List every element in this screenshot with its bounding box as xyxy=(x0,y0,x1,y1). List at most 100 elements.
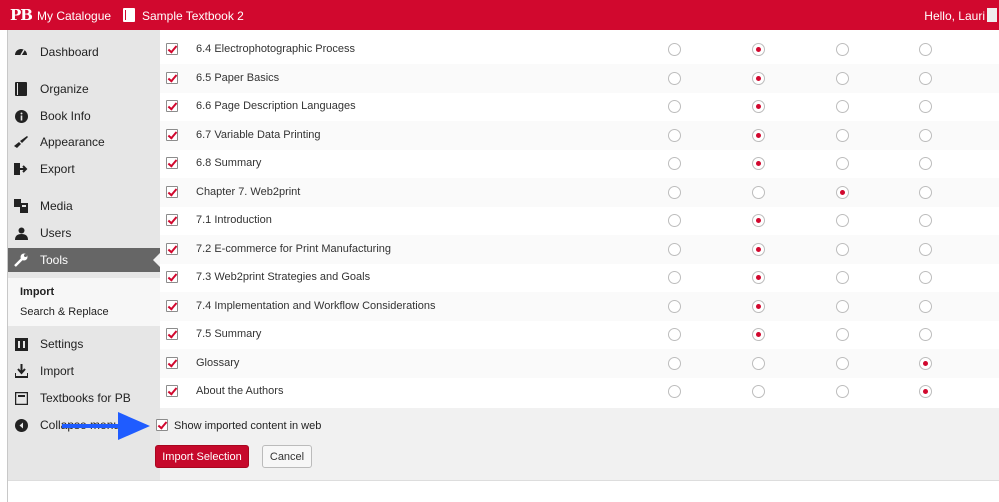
wrench-icon xyxy=(14,253,28,267)
row-radio-option-4[interactable] xyxy=(919,71,932,85)
row-checkbox[interactable] xyxy=(166,385,178,397)
table-row: 6.7 Variable Data Printing xyxy=(160,120,999,150)
sidebar-item-label: Dashboard xyxy=(40,45,99,59)
row-radio-option-1[interactable] xyxy=(668,157,681,170)
row-radio-option-3[interactable] xyxy=(836,271,849,284)
table-row: 6.4 Electrophotographic Process xyxy=(160,35,999,64)
row-checkbox[interactable] xyxy=(166,214,178,226)
row-radio-option-4[interactable] xyxy=(919,214,932,227)
row-radio-option-4[interactable] xyxy=(919,157,932,170)
sidebar-item-textbooks-for-pb[interactable]: Textbooks for PB xyxy=(8,386,160,410)
row-radio-option-1[interactable] xyxy=(668,214,681,227)
sidebar-item-media[interactable]: Media xyxy=(8,194,160,218)
row-checkbox[interactable] xyxy=(166,242,178,255)
row-radio-option-4[interactable] xyxy=(919,242,932,256)
table-row: 7.2 E-commerce for Print Manufacturing xyxy=(160,234,999,264)
row-radio-option-3[interactable] xyxy=(836,157,849,170)
row-checkbox[interactable] xyxy=(166,100,178,112)
row-checkbox[interactable] xyxy=(166,271,178,283)
row-radio-option-4[interactable] xyxy=(919,299,932,313)
row-radio-option-2[interactable] xyxy=(752,71,765,85)
row-radio-option-4[interactable] xyxy=(919,43,932,56)
row-radio-option-3[interactable] xyxy=(836,214,849,227)
row-checkbox[interactable] xyxy=(166,71,178,84)
row-radio-option-3[interactable] xyxy=(836,385,849,398)
book-title-link[interactable]: Sample Textbook 2 xyxy=(142,9,244,23)
row-radio-option-1[interactable] xyxy=(668,128,681,142)
row-checkbox[interactable] xyxy=(166,185,178,198)
row-title: 6.4 Electrophotographic Process xyxy=(196,43,355,55)
sidebar-item-dashboard[interactable]: Dashboard xyxy=(8,40,160,64)
row-radio-option-2[interactable] xyxy=(752,299,765,313)
textbooks-icon xyxy=(14,391,28,405)
sidebar-item-label: Media xyxy=(40,199,73,213)
row-radio-option-1[interactable] xyxy=(668,100,681,113)
row-radio-option-1[interactable] xyxy=(668,299,681,313)
sidebar-item-book-info[interactable]: Book Info xyxy=(8,104,160,128)
row-radio-option-4[interactable] xyxy=(919,385,932,398)
cancel-button[interactable]: Cancel xyxy=(262,445,312,468)
row-radio-option-3[interactable] xyxy=(836,356,849,370)
row-radio-option-3[interactable] xyxy=(836,242,849,256)
row-radio-option-1[interactable] xyxy=(668,185,681,199)
row-radio-option-3[interactable] xyxy=(836,299,849,313)
row-title: Chapter 7. Web2print xyxy=(196,185,301,198)
row-radio-option-3[interactable] xyxy=(836,100,849,113)
annotation-arrow-icon xyxy=(62,412,150,440)
row-checkbox[interactable] xyxy=(166,43,178,55)
avatar[interactable] xyxy=(987,8,997,22)
row-radio-option-1[interactable] xyxy=(668,271,681,284)
row-radio-option-4[interactable] xyxy=(919,328,932,341)
row-radio-option-2[interactable] xyxy=(752,356,765,370)
row-radio-option-2[interactable] xyxy=(752,271,765,284)
row-radio-option-3[interactable] xyxy=(836,71,849,85)
row-radio-option-2[interactable] xyxy=(752,43,765,56)
row-radio-option-2[interactable] xyxy=(752,214,765,227)
row-radio-option-3[interactable] xyxy=(836,328,849,341)
import-selection-button[interactable]: Import Selection xyxy=(155,445,249,468)
row-checkbox[interactable] xyxy=(166,128,178,141)
row-radio-option-1[interactable] xyxy=(668,356,681,370)
row-radio-option-2[interactable] xyxy=(752,185,765,199)
row-radio-option-2[interactable] xyxy=(752,128,765,142)
sidebar-item-settings[interactable]: Settings xyxy=(8,332,160,356)
row-radio-option-2[interactable] xyxy=(752,328,765,341)
row-radio-option-1[interactable] xyxy=(668,385,681,398)
my-catalogue-link[interactable]: My Catalogue xyxy=(37,9,111,23)
row-radio-option-2[interactable] xyxy=(752,385,765,398)
row-radio-option-4[interactable] xyxy=(919,271,932,284)
sidebar-item-tools[interactable]: Tools xyxy=(8,248,160,272)
table-row: 7.5 Summary xyxy=(160,320,999,349)
row-radio-option-1[interactable] xyxy=(668,71,681,85)
import-panel: 6.4 Electrophotographic Process 6.5 Paper… xyxy=(155,30,999,502)
sidebar-item-appearance[interactable]: Appearance xyxy=(8,130,160,154)
row-checkbox[interactable] xyxy=(166,299,178,312)
row-checkbox[interactable] xyxy=(166,328,178,340)
row-radio-option-2[interactable] xyxy=(752,242,765,256)
sidebar-item-import[interactable]: Import xyxy=(8,359,160,383)
row-radio-option-4[interactable] xyxy=(919,128,932,142)
row-radio-option-1[interactable] xyxy=(668,43,681,56)
row-radio-option-4[interactable] xyxy=(919,356,932,370)
row-radio-option-3[interactable] xyxy=(836,128,849,142)
row-radio-option-2[interactable] xyxy=(752,157,765,170)
import-icon xyxy=(14,364,28,378)
sidebar-item-organize[interactable]: Organize xyxy=(8,77,160,101)
row-radio-option-1[interactable] xyxy=(668,242,681,256)
row-radio-option-2[interactable] xyxy=(752,100,765,113)
user-greeting[interactable]: Hello, Lauri xyxy=(924,9,985,23)
sidebar-item-users[interactable]: Users xyxy=(8,221,160,245)
row-checkbox[interactable] xyxy=(166,356,178,369)
row-radio-option-4[interactable] xyxy=(919,185,932,199)
row-radio-option-1[interactable] xyxy=(668,328,681,341)
sidebar-item-export[interactable]: Export xyxy=(8,157,160,181)
pb-logo[interactable]: PB xyxy=(10,6,33,24)
row-radio-option-3[interactable] xyxy=(836,43,849,56)
submenu-item-import[interactable]: Import xyxy=(20,286,54,298)
row-checkbox[interactable] xyxy=(166,157,178,169)
submenu-item-search-replace[interactable]: Search & Replace xyxy=(20,306,109,318)
show-in-web-checkbox[interactable] xyxy=(156,419,168,431)
row-title: About the Authors xyxy=(196,385,284,397)
row-radio-option-4[interactable] xyxy=(919,100,932,113)
row-radio-option-3[interactable] xyxy=(836,185,849,199)
